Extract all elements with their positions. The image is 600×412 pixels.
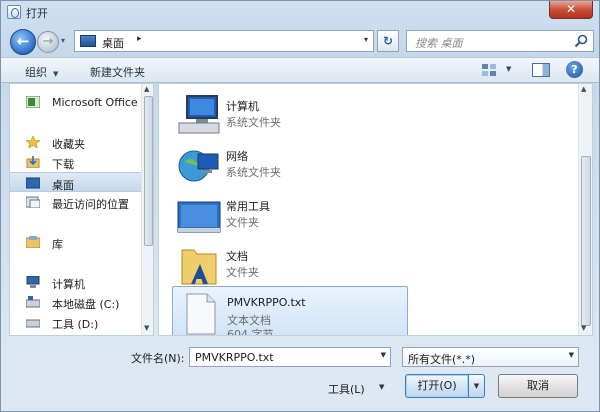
- sidebar-item-recent-places[interactable]: 最近访问的位置: [10, 192, 142, 212]
- organize-label: 组织: [25, 66, 47, 79]
- address-row: ← → ▾ 桌面 ▸ ▾ ↻ 搜索 桌面: [1, 25, 599, 55]
- file-name: 文档: [226, 250, 248, 263]
- sidebar-item-label: 下载: [52, 158, 74, 171]
- dialog-footer: 文件名(N): PMVKRPPO.txt ▼ 所有文件(*.*) ▼ 工具(L)…: [1, 337, 599, 412]
- download-icon: [26, 156, 40, 168]
- scroll-down-icon[interactable]: ▼: [581, 324, 586, 332]
- preview-pane-icon[interactable]: [532, 63, 550, 77]
- file-name: PMVKRPPO.txt: [227, 296, 306, 309]
- file-item-documents[interactable]: 文档 文件夹: [172, 239, 408, 293]
- computer-icon: [178, 95, 220, 134]
- filetype-select[interactable]: 所有文件(*.*) ▼: [402, 347, 579, 367]
- filename-input[interactable]: PMVKRPPO.txt ▼: [189, 347, 391, 367]
- filename-value[interactable]: PMVKRPPO.txt: [195, 351, 274, 364]
- scroll-up-icon[interactable]: ▲: [581, 85, 586, 93]
- view-options-chevron-icon[interactable]: ▼: [506, 65, 511, 73]
- sidebar-item-label: 桌面: [52, 179, 74, 192]
- change-view-icon[interactable]: [481, 63, 497, 77]
- scroll-up-icon[interactable]: ▲: [144, 85, 149, 93]
- file-list-scrollbar[interactable]: ▲ ▼: [578, 84, 592, 335]
- computer-icon: [26, 276, 40, 288]
- folder-docs-icon: [181, 249, 217, 285]
- new-folder-button[interactable]: 新建文件夹: [90, 64, 145, 80]
- sidebar-item-favorites[interactable]: 收藏夹: [10, 132, 142, 152]
- open-button[interactable]: 打开(O): [405, 374, 469, 398]
- search-icon[interactable]: [574, 34, 588, 48]
- file-type: 系统文件夹: [226, 166, 281, 179]
- forward-button[interactable]: →: [37, 31, 59, 53]
- chevron-down-icon: ▼: [53, 70, 59, 78]
- file-type: 文件夹: [226, 266, 259, 279]
- file-list: 计算机 系统文件夹 网络 系统文件夹 常用工具 文件夹 文档 文件夹 PMVKR…: [158, 83, 593, 336]
- file-size: 604 字节: [227, 328, 274, 336]
- folder-tools-icon: [177, 201, 221, 233]
- navigation-pane: Microsoft Office 收藏夹 下载 桌面 最近访问的位置 库 计算机: [9, 83, 154, 336]
- address-bar[interactable]: 桌面 ▸ ▾: [74, 30, 374, 52]
- sidebar-item-label: 本地磁盘 (C:): [52, 298, 120, 311]
- recent-places-icon: [26, 196, 40, 208]
- sidebar-item-libraries[interactable]: 库: [10, 232, 142, 252]
- sidebar-item-label: 库: [52, 238, 63, 251]
- search-input[interactable]: 搜索 桌面: [406, 30, 594, 52]
- office-icon: [26, 96, 40, 108]
- star-icon: [26, 136, 40, 148]
- desktop-icon: [26, 177, 40, 189]
- sidebar-item-label: Microsoft Office: [52, 96, 138, 109]
- sidebar-item-downloads[interactable]: 下载: [10, 152, 142, 172]
- file-name: 常用工具: [226, 200, 270, 213]
- refresh-button[interactable]: ↻: [377, 30, 399, 52]
- address-location[interactable]: 桌面: [102, 35, 124, 51]
- nav-scrollbar[interactable]: ▲ ▼: [141, 84, 153, 335]
- file-item-network[interactable]: 网络 系统文件夹: [172, 139, 408, 193]
- sidebar-item-label: 计算机: [52, 278, 85, 291]
- filename-label: 文件名(N):: [131, 352, 185, 365]
- file-name: 网络: [226, 150, 248, 163]
- text-file-icon: [186, 293, 216, 335]
- open-options-button[interactable]: ▼: [469, 374, 485, 398]
- help-icon[interactable]: ?: [566, 61, 583, 78]
- title-bar: 打开 ✕: [1, 1, 599, 23]
- file-list-scrollbar-thumb[interactable]: [581, 156, 591, 326]
- desktop-icon: [80, 35, 96, 47]
- file-type: 文件夹: [226, 216, 259, 229]
- close-button[interactable]: ✕: [549, 1, 593, 19]
- sidebar-item-label: 最近访问的位置: [52, 198, 129, 211]
- drive-icon: [26, 296, 40, 308]
- sidebar-item-label: 工具 (D:): [52, 318, 99, 331]
- breadcrumb-chevron-icon[interactable]: ▸: [137, 34, 142, 44]
- drive-icon: [26, 319, 40, 328]
- sidebar-item-desktop[interactable]: 桌面: [10, 172, 142, 192]
- sidebar-item-drive-c[interactable]: 本地磁盘 (C:): [10, 292, 142, 312]
- search-placeholder: 搜索 桌面: [415, 37, 463, 50]
- command-bar: 组织 ▼ 新建文件夹 ▼ ?: [1, 57, 599, 83]
- filetype-value: 所有文件(*.*): [408, 353, 476, 366]
- file-item-common-tools[interactable]: 常用工具 文件夹: [172, 189, 408, 243]
- open-file-dialog: 打开 ✕ ← → ▾ 桌面 ▸ ▾ ↻ 搜索 桌面 组织 ▼ 新建文件夹 ▼ ?…: [0, 0, 600, 412]
- organize-menu-button[interactable]: 组织 ▼: [25, 64, 58, 80]
- sidebar-item-microsoft-office[interactable]: Microsoft Office: [10, 92, 142, 112]
- history-dropdown-button[interactable]: ▾: [61, 36, 71, 48]
- scroll-down-icon[interactable]: ▼: [144, 324, 149, 332]
- library-icon: [26, 236, 40, 248]
- back-button[interactable]: ←: [10, 29, 36, 55]
- sidebar-item-computer[interactable]: 计算机: [10, 272, 142, 292]
- filename-dropdown-icon[interactable]: ▼: [381, 351, 386, 359]
- sidebar-item-label: 收藏夹: [52, 138, 85, 151]
- file-type: 系统文件夹: [226, 116, 281, 129]
- app-icon: [7, 5, 21, 19]
- address-dropdown-icon[interactable]: ▾: [364, 35, 368, 44]
- network-icon: [178, 150, 219, 182]
- tools-menu-button[interactable]: 工具(L): [328, 381, 365, 397]
- file-item-computer[interactable]: 计算机 系统文件夹: [172, 89, 408, 143]
- window-title: 打开: [26, 7, 48, 20]
- tools-chevron-down-icon[interactable]: ▼: [379, 383, 384, 391]
- sidebar-item-drive-d[interactable]: 工具 (D:): [10, 312, 142, 332]
- file-name: 计算机: [226, 100, 259, 113]
- nav-scrollbar-thumb[interactable]: [144, 96, 153, 246]
- file-item-pmvkrppo-txt[interactable]: PMVKRPPO.txt 文本文档 604 字节: [172, 286, 408, 336]
- cancel-button[interactable]: 取消: [498, 374, 578, 398]
- filetype-dropdown-icon[interactable]: ▼: [569, 351, 574, 359]
